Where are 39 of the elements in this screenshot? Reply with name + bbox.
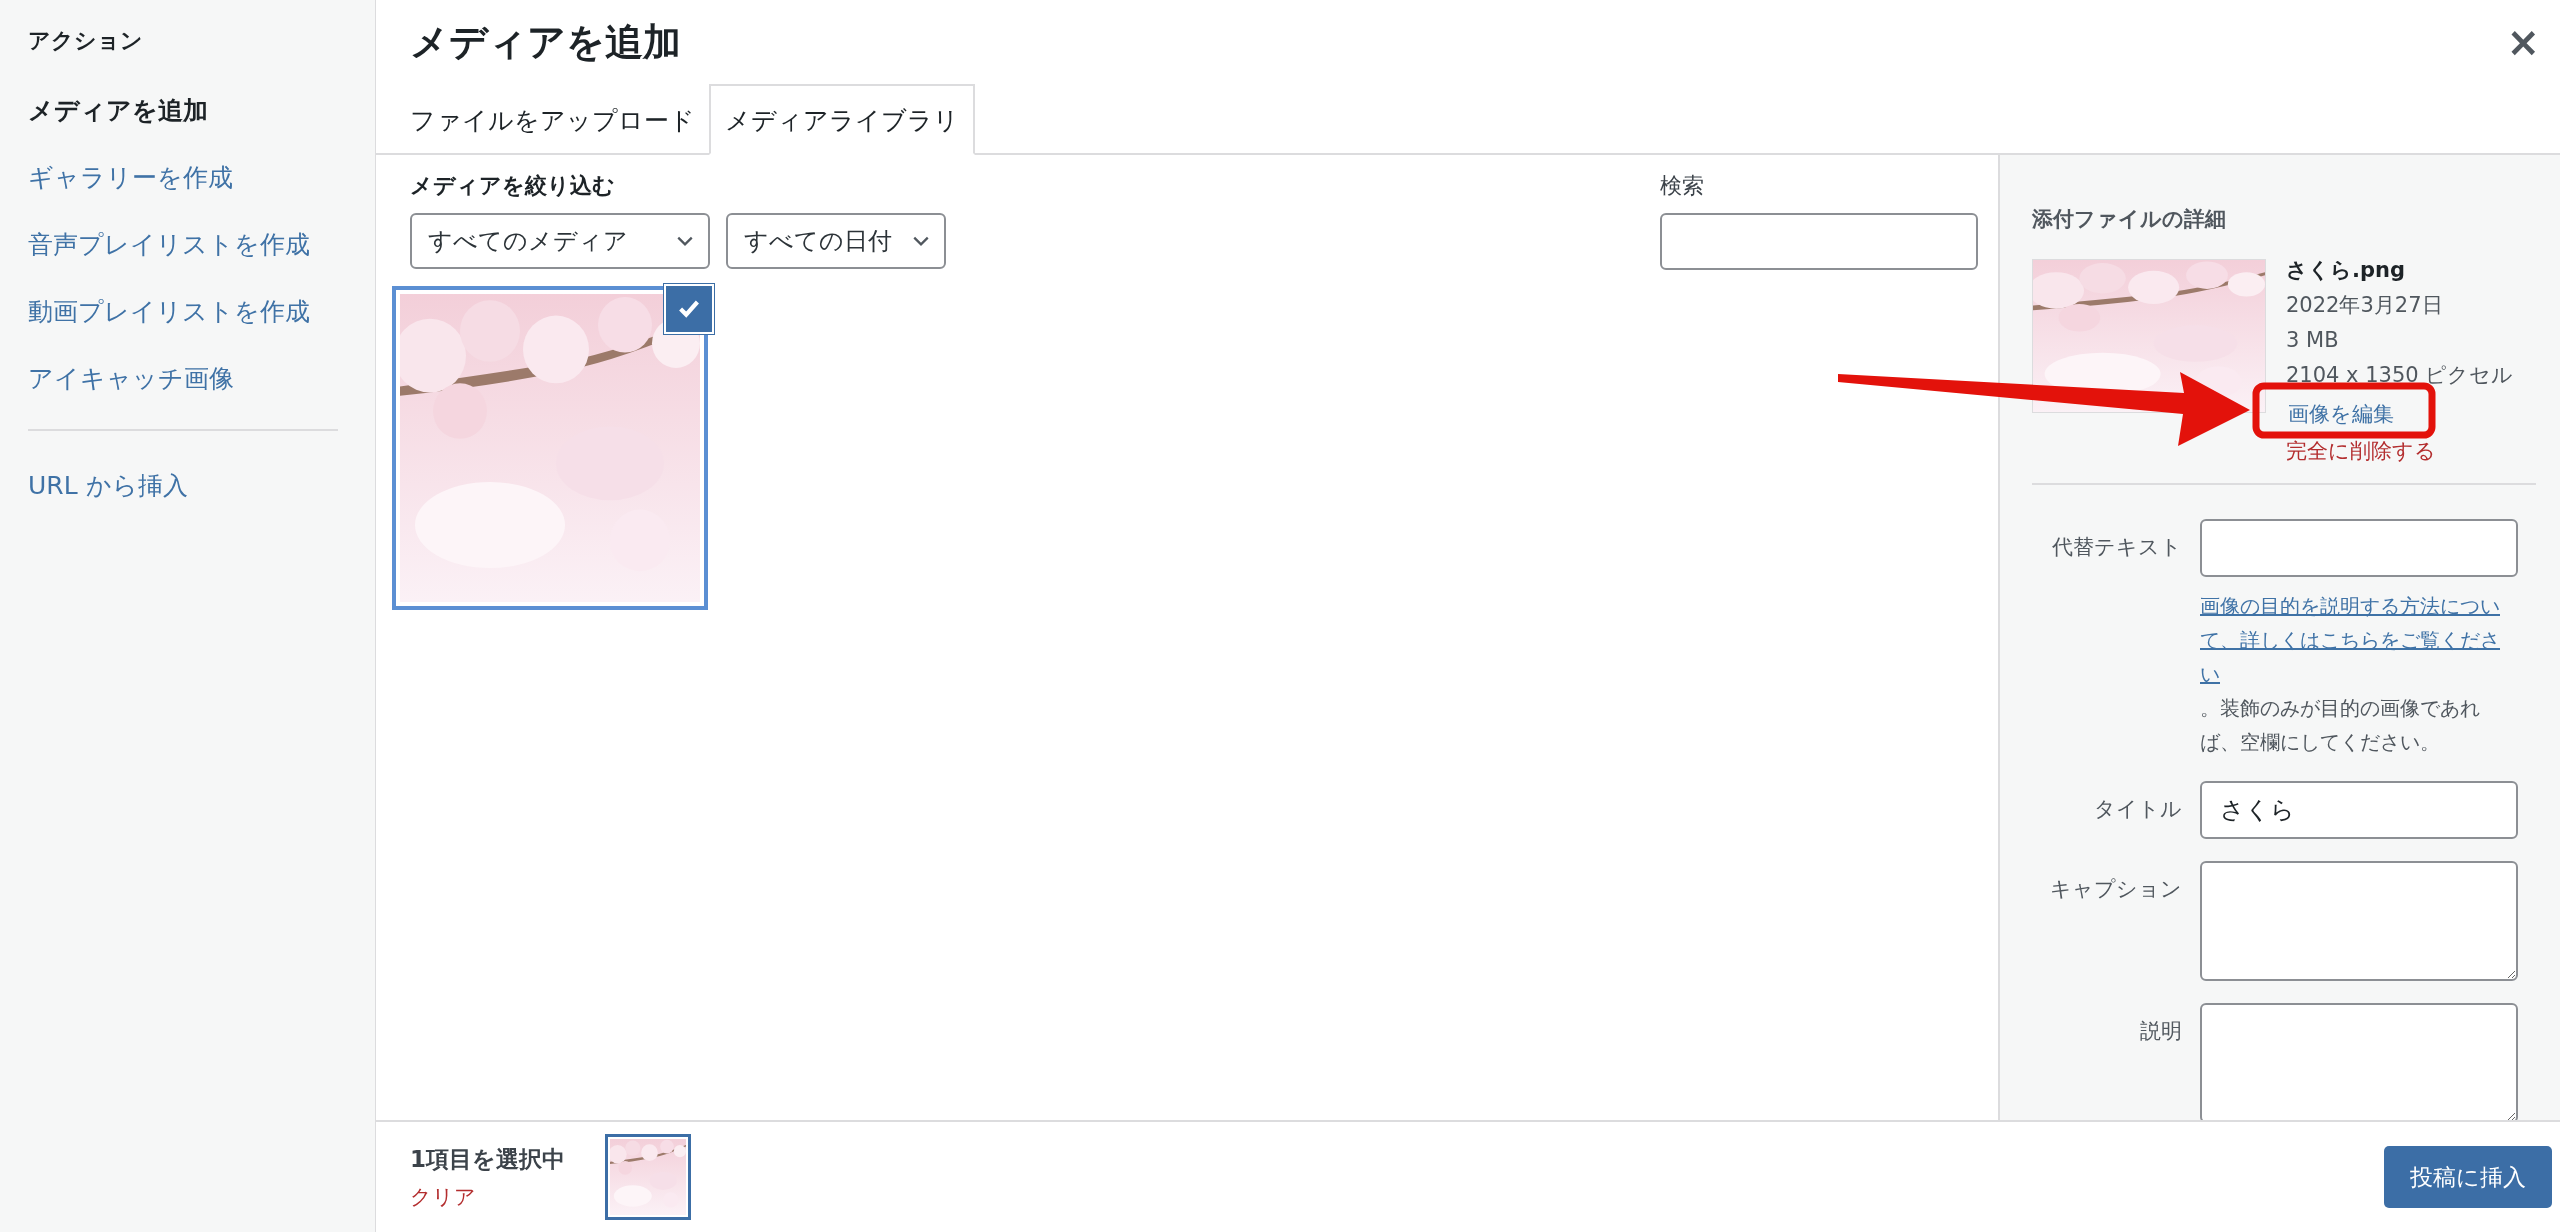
selection-count: 1項目を選択中 [410,1144,565,1174]
edit-image-link[interactable]: 画像を編集 [2286,397,2514,432]
details-heading: 添付ファイルの詳細 [2032,206,2227,233]
sidebar-item[interactable]: メディアを追加 [28,94,347,127]
text-area[interactable] [2200,1003,2518,1120]
search-label: 検索 [1660,172,1705,200]
input-field[interactable]: さくら [2200,781,2518,839]
file-name: さくら.png [2286,257,2406,284]
dropdown[interactable]: すべての日付 [726,213,946,269]
window-title: メディアを追加 [410,18,681,66]
help-link[interactable]: 画像の目的を説明する方法について、詳しくはこちらをご覧ください [2200,589,2518,691]
help-text: 画像の目的を説明する方法について、詳しくはこちらをご覧ください 。装飾のみが目的の画像であれば、空欄にしてください。 [2200,589,2518,759]
close-icon[interactable]: × [2506,22,2540,62]
chevron-icon [676,235,694,247]
sidebar-item[interactable]: 音声プレイリストを作成 [28,228,347,261]
input-field[interactable] [2200,519,2518,577]
field-label: キャプション [2049,876,2182,903]
filter-label: メディアを絞り込む [410,172,616,200]
field-label: タイトル [2093,796,2182,823]
delete-link[interactable]: 完全に削除する [2286,434,2514,469]
sidebar-heading: アクション [28,27,144,55]
search-field[interactable] [1660,213,1978,270]
sidebar-item[interactable]: アイキャッチ画像 [28,362,347,395]
dropdown[interactable]: すべてのメディア [410,213,710,269]
file-size: 3 MB [2286,327,2340,354]
sidebar-item[interactable]: URL から挿入 [28,469,347,502]
chevron-icon [912,235,930,247]
insert-button[interactable]: 投稿に挿入 [2384,1146,2552,1208]
clear-link[interactable]: クリア [410,1182,565,1211]
sidebar-item[interactable]: ギャラリーを作成 [28,161,347,194]
check-icon[interactable] [664,284,714,334]
tab[interactable]: ファイルをアップロード [396,86,709,155]
field-label: 説明 [2139,1018,2182,1045]
tab[interactable]: メディアライブラリ [709,84,975,155]
field-label: 代替テキスト [2051,534,2182,561]
text-area[interactable] [2200,861,2518,981]
image-dimensions: 2104 x 1350 ピクセル [2286,362,2514,389]
sidebar-item[interactable]: 動画プレイリストを作成 [28,295,347,328]
upload-date: 2022年3月27日 [2286,292,2444,319]
